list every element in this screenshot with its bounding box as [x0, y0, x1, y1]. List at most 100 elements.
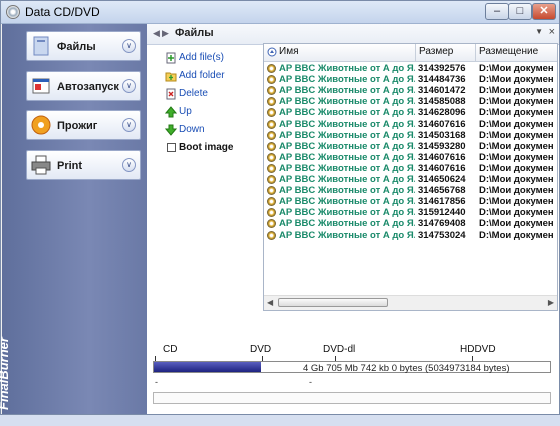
table-row[interactable]: AP BBC Животные от А до Я... 314628096 D:\…	[264, 107, 557, 118]
scroll-left-icon[interactable]: ◀	[267, 298, 273, 307]
close-button[interactable]: ✕	[532, 3, 556, 20]
file-list[interactable]: Имя Размер Размещение AP BBC Животные от…	[263, 43, 558, 311]
table-row[interactable]: AP BBC Животные от А до Я... 314607616 D:\…	[264, 163, 557, 174]
column-name[interactable]: Имя	[279, 46, 298, 57]
chevron-down-icon[interactable]: ∨	[122, 79, 136, 93]
media-file-icon	[267, 152, 276, 162]
breadcrumb: ◀ ▶ Файлы ▼ ×	[147, 24, 559, 45]
table-row[interactable]: AP BBC Животные от А до Я... 314769408 D:\…	[264, 218, 557, 229]
file-size: 314607616	[418, 162, 466, 174]
delete-icon	[166, 88, 176, 100]
table-row[interactable]: AP BBC Животные от А до Я... 315912440 D:\…	[264, 207, 557, 218]
chevron-down-icon[interactable]: ∨	[122, 39, 136, 53]
media-file-icon	[267, 119, 276, 129]
file-size: 314392576	[418, 63, 466, 74]
file-size: 314593280	[418, 140, 466, 152]
dropdown-icon[interactable]: ▼	[535, 27, 543, 36]
file-size: 314484736	[418, 74, 466, 86]
close-panel-icon[interactable]: ×	[549, 26, 555, 38]
table-row[interactable]: AP BBC Животные от А до Я... 314607616 D:\…	[264, 152, 557, 163]
file-location: D:\Мои докумен	[479, 129, 554, 141]
file-name: AP BBC Животные от А до Я...	[279, 151, 415, 163]
file-size: 314617856	[418, 196, 466, 208]
table-row[interactable]: AP BBC Животные от А до Я... 314585088 D:\…	[264, 96, 557, 107]
file-location: D:\Мои докумен	[479, 151, 554, 163]
file-location: D:\Мои докумен	[479, 118, 554, 130]
table-row[interactable]: AP BBC Животные от А до Я... 314656768 D:\…	[264, 185, 557, 196]
file-location: D:\Мои докумен	[479, 74, 554, 86]
scroll-right-icon[interactable]: ▶	[548, 298, 554, 307]
scroll-thumb[interactable]	[278, 298, 388, 307]
table-row[interactable]: AP BBC Животные от А до Я... 314392576 D:\…	[264, 63, 557, 74]
table-row[interactable]: AP BBC Животные от А до Я... 314484736 D:\…	[264, 74, 557, 85]
file-size: 314628096	[418, 107, 466, 119]
sidebar-item-burn[interactable]: Прожиг ∨	[26, 110, 141, 140]
sidebar: Файлы ∨ Автозапуск ∨ Прожиг ∨ Print ∨ Fi…	[0, 24, 147, 414]
breadcrumb-current: Файлы	[175, 27, 214, 39]
app-window: Data CD/DVD – □ ✕ Файлы ∨ Автозапуск ∨ П…	[0, 0, 560, 415]
file-location: D:\Мои докумен	[479, 63, 554, 74]
progress-bar	[153, 392, 551, 404]
file-size: 315912440	[418, 207, 466, 219]
file-size: 314607616	[418, 118, 466, 130]
disc-icon	[6, 5, 20, 19]
chevron-down-icon[interactable]: ∨	[122, 158, 136, 172]
file-name: AP BBC Животные от А до Я...	[279, 63, 415, 74]
sidebar-item-autorun[interactable]: Автозапуск ∨	[26, 71, 141, 101]
boot-image-label: Boot image	[179, 142, 234, 153]
media-file-icon	[267, 186, 276, 196]
minimize-button[interactable]: –	[485, 3, 509, 20]
file-size: 314650624	[418, 174, 466, 185]
file-location: D:\Мои докумен	[479, 185, 554, 197]
file-name: AP BBC Животные от А до Я...	[279, 218, 415, 230]
file-name: AP BBC Животные от А до Я...	[279, 162, 415, 174]
sidebar-item-label: Автозапуск	[57, 81, 119, 93]
capacity-label-dvd-dl: DVD-dl	[323, 344, 356, 355]
file-size: 314585088	[418, 96, 466, 108]
file-size: 314769408	[418, 218, 466, 230]
media-file-icon	[267, 208, 276, 218]
burn-disc-icon	[31, 115, 51, 135]
table-row[interactable]: AP BBC Животные от А до Я... 314503168 D:\…	[264, 130, 557, 141]
table-row[interactable]: AP BBC Животные от А до Я... 314617856 D:\…	[264, 196, 557, 207]
capacity-fill	[154, 362, 261, 372]
add-file-icon	[166, 52, 176, 64]
column-size[interactable]: Размер	[419, 46, 453, 57]
file-name: AP BBC Животные от А до Я...	[279, 118, 415, 130]
window-title: Data CD/DVD	[25, 5, 100, 19]
column-location[interactable]: Размещение	[479, 46, 538, 57]
file-name: AP BBC Животные от А до Я...	[279, 185, 415, 197]
table-row[interactable]: AP BBC Животные от А до Я... 314650624 D:\…	[264, 174, 557, 185]
forward-icon[interactable]: ▶	[162, 28, 169, 39]
maximize-button[interactable]: □	[508, 3, 532, 20]
add-files-label: Add file(s)	[179, 52, 225, 63]
capacity-label-cd: CD	[163, 344, 178, 355]
delete-label: Delete	[179, 88, 208, 99]
file-name: AP BBC Животные от А до Я...	[279, 74, 415, 86]
sort-icon[interactable]	[267, 47, 277, 57]
brand-text: FinalBurner	[0, 337, 11, 410]
back-icon[interactable]: ◀	[153, 28, 160, 39]
sidebar-item-label: Print	[57, 160, 83, 172]
sidebar-item-print[interactable]: Print ∨	[26, 150, 141, 180]
horizontal-scrollbar[interactable]: ◀ ▶	[264, 295, 557, 310]
sidebar-item-files[interactable]: Файлы ∨	[26, 31, 141, 61]
title-bar: Data CD/DVD – □ ✕	[1, 1, 559, 24]
autorun-icon	[32, 78, 50, 94]
chevron-down-icon[interactable]: ∨	[122, 118, 136, 132]
add-folder-icon	[165, 72, 177, 82]
checkbox[interactable]	[167, 143, 176, 152]
table-row[interactable]: AP BBC Животные от А до Я... 314607616 D:\…	[264, 119, 557, 130]
file-name: AP BBC Животные от А до Я...	[279, 229, 415, 241]
table-row[interactable]: AP BBC Животные от А до Я... 314601472 D:\…	[264, 85, 557, 96]
sidebar-item-label: Файлы	[57, 41, 96, 53]
table-row[interactable]: AP BBC Животные от А до Я... 314593280 D:\…	[264, 141, 557, 152]
sidebar-item-label: Прожиг	[57, 120, 98, 132]
media-file-icon	[267, 163, 276, 173]
file-location: D:\Мои докумен	[479, 196, 554, 208]
table-row[interactable]: AP BBC Животные от А до Я... 314753024 D:\…	[264, 230, 557, 241]
media-file-icon	[267, 86, 276, 96]
arrow-down-icon	[165, 124, 177, 136]
file-size: 314601472	[418, 85, 466, 97]
file-name: AP BBC Животные от А до Я...	[279, 207, 415, 219]
